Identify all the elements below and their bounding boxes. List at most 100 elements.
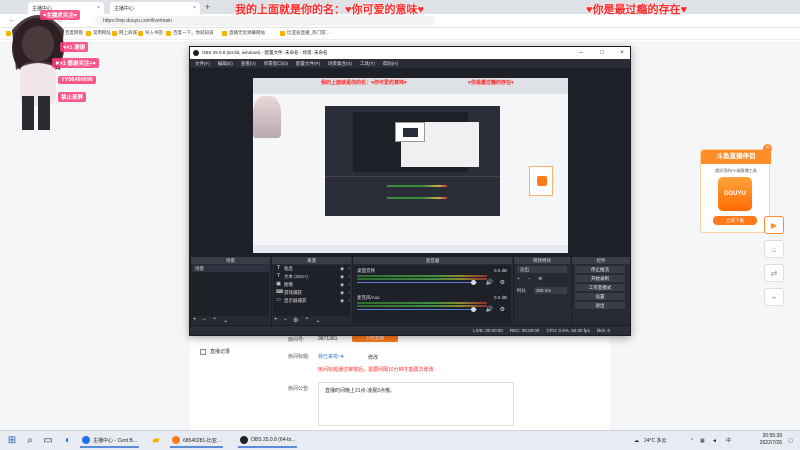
switch-icon[interactable]: ⇄ (764, 264, 784, 282)
remove-icon[interactable]: − (528, 276, 531, 282)
bookmark-item[interactable]: 比亚迪直播_热门游... (280, 30, 329, 36)
start-recording-button[interactable]: 开始录制 (575, 275, 625, 282)
eye-icon[interactable]: ◉ (340, 297, 344, 304)
eye-icon[interactable]: ◉ (340, 289, 344, 296)
lock-icon[interactable]: ▫ (348, 297, 350, 304)
windows-start-icon[interactable]: ⊞ (6, 435, 18, 447)
new-tab-icon[interactable]: + (205, 2, 210, 12)
lock-icon[interactable]: ▫ (348, 289, 350, 296)
eye-icon[interactable]: ◉ (340, 281, 344, 288)
eye-icon[interactable]: ◉ (340, 273, 344, 280)
taskbar-app-douyu[interactable]: 68540281-比亚... (170, 434, 224, 448)
network-icon[interactable]: ▦ (700, 431, 705, 450)
source-item[interactable]: T 粘连 ◉ ▫ (276, 265, 350, 272)
gear-icon[interactable]: ⚙ (538, 276, 542, 282)
lock-icon[interactable]: ▫ (348, 273, 350, 280)
tray-chevron-icon[interactable]: ⌃ (690, 431, 694, 450)
room-notice-textarea[interactable]: 直播时间晚上21点-凌晨3点哦。 (318, 382, 514, 426)
taskbar-app-obs[interactable]: OBS 25.0.8 (64-bi... (238, 434, 298, 448)
taskbar-app-chrome[interactable]: 主播中心 - Cent B... (80, 434, 139, 448)
cpu-fps: CPU: 0.6%, 60.00 fps (546, 328, 590, 333)
source-item[interactable]: T 文本 (GDI+) ◉ ▫ (276, 273, 350, 280)
source-item[interactable]: ▣ 图像 ◉ ▫ (276, 281, 350, 288)
douyu-companion-promo: 斗鱼直播伴侣 超好用的PC端直播工具 DOUYU 立即下载 (700, 149, 771, 233)
menu-file[interactable]: 文件(F) (195, 59, 210, 68)
bookmark-item[interactable]: 导入书签 (138, 30, 163, 36)
move-up-icon[interactable]: ⌃ (304, 317, 309, 324)
add-icon[interactable]: + (193, 317, 197, 324)
duration-input[interactable]: 300 ms (534, 287, 567, 294)
bookmark-item[interactable]: 百度一下，你就知道 (166, 30, 214, 36)
close-icon[interactable]: × (763, 144, 772, 153)
folder-icon (222, 30, 227, 36)
close-icon[interactable]: × (615, 47, 629, 59)
transition-select[interactable]: 淡出 (517, 266, 567, 273)
settings-button[interactable]: 设置 (575, 293, 625, 300)
gear-icon[interactable]: ⚙ (500, 306, 505, 313)
weather-icon[interactable]: ☁ (634, 431, 639, 450)
browser-tab-2[interactable]: 主播中心 × (110, 2, 200, 14)
weather-text[interactable]: 24°C 多云 (644, 431, 667, 450)
ime-indicator[interactable]: 中 (726, 431, 731, 450)
task-view-icon[interactable]: ▭ (42, 435, 54, 447)
bookmark-item[interactable]: 网上商城 (112, 30, 137, 36)
headset-icon[interactable]: ⌁ (764, 288, 784, 306)
home-icon[interactable]: ⌂ (764, 240, 784, 258)
slider-knob[interactable] (471, 307, 476, 312)
mixer-dock: 混音器 桌面音频 0.0 dB 🔊 ⚙ 麦克风/Aux 0.0 dB 🔊 ⚙ (352, 257, 512, 325)
lock-icon[interactable]: ▫ (348, 265, 350, 272)
lock-icon[interactable]: ▫ (348, 281, 350, 288)
remove-icon[interactable]: − (203, 317, 207, 324)
search-icon[interactable]: ⌕ (24, 435, 36, 447)
menu-profile[interactable]: 配置文件(P) (296, 59, 320, 68)
promo-download-button[interactable]: 立即下载 (713, 216, 757, 225)
menu-tools[interactable]: 工具(T) (360, 59, 375, 68)
studio-mode-button[interactable]: 工作室模式 (575, 284, 625, 291)
duration-label: 时长 (517, 288, 526, 293)
notification-icon[interactable]: ▢ (788, 431, 793, 450)
move-down-icon[interactable]: ⌄ (223, 317, 228, 324)
slider-knob[interactable] (471, 280, 476, 285)
stop-stream-button[interactable]: 停止推流 (575, 266, 625, 273)
eye-icon[interactable]: ◉ (340, 265, 344, 272)
obs-docks: 场景 场景 + − ⌃ ⌄ 来源 T 粘连 ◉ ▫ T 文本 (GDI+) ◉ ▫ ▣ 图像 ◉… (190, 257, 630, 325)
move-up-icon[interactable]: ⌃ (212, 317, 217, 324)
folder-icon[interactable]: ▰ (150, 435, 162, 447)
gear-icon[interactable]: ⚙ (500, 279, 505, 286)
source-item[interactable]: ⌨ 游戏捕获 ◉ ▫ (276, 289, 350, 296)
edit-title-button[interactable]: 修改 (368, 354, 378, 361)
menu-docks[interactable]: 停靠窗口(D) (264, 59, 288, 68)
volume-slider[interactable] (357, 307, 477, 312)
exit-button[interactable]: 退出 (575, 302, 625, 309)
bookmark-item[interactable]: 直播无优弹幕网站 (222, 30, 265, 36)
volume-slider[interactable] (357, 280, 477, 285)
volume-icon[interactable]: ◄ (712, 431, 717, 450)
speaker-icon[interactable]: 🔊 (486, 306, 493, 313)
add-icon[interactable]: + (274, 317, 278, 324)
mixer-channel-mic: 麦克风/Aux 0.0 dB 🔊 ⚙ (357, 295, 507, 313)
menu-edit[interactable]: 编辑(E) (218, 59, 233, 68)
url-input[interactable]: https://mp.douyu.com/live/main (95, 16, 435, 26)
gear-icon[interactable]: ⚙ (293, 317, 298, 324)
sidebar-item-live-history[interactable]: 直播记录 (200, 348, 230, 355)
bitrate: kb/s: 0 (596, 328, 610, 333)
menu-scene-collection[interactable]: 场景集合(S) (328, 59, 352, 68)
add-icon[interactable]: + (517, 276, 520, 282)
obs-icon (240, 436, 248, 444)
move-down-icon[interactable]: ⌄ (315, 317, 320, 324)
play-icon[interactable]: ▶ (764, 216, 784, 234)
remove-icon[interactable]: − (284, 317, 288, 324)
obs-logo-icon (193, 50, 199, 56)
scene-item[interactable]: 场景 (192, 265, 269, 272)
system-clock[interactable]: 20:55:39 2022/7/26 (748, 433, 782, 447)
chrome-icon (82, 436, 90, 444)
minimize-icon[interactable]: – (574, 47, 588, 59)
menu-help[interactable]: 帮助(H) (383, 59, 398, 68)
source-item[interactable]: ▭ 显示器捕获 ◉ ▫ (276, 297, 350, 304)
maximize-icon[interactable]: □ (595, 47, 609, 59)
edge-icon[interactable]: ◐ (62, 435, 74, 447)
menu-view[interactable]: 查看(V) (241, 59, 256, 68)
obs-preview[interactable]: 我的上面就是你的名：♥你可爱的意味♥ ♥你是最过瘾的存在♥ (190, 68, 630, 257)
close-icon[interactable]: × (193, 5, 196, 11)
speaker-icon[interactable]: 🔊 (486, 279, 493, 286)
